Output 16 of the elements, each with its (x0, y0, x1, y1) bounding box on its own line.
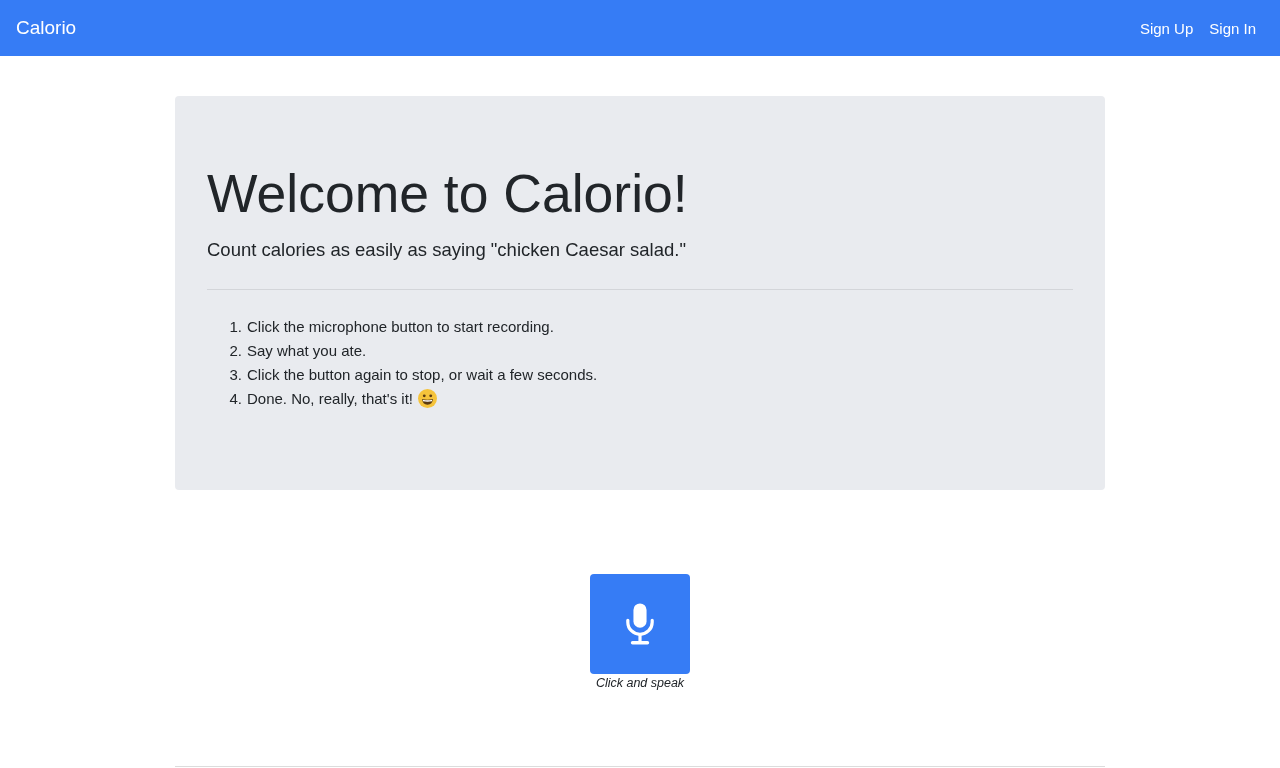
step-text: Click the microphone button to start recording. (247, 317, 554, 335)
microphone-button[interactable] (590, 574, 690, 674)
step-number: 2. (228, 341, 243, 359)
welcome-heading: Welcome to Calorio! (207, 163, 689, 225)
nav-link[interactable]: Sign In (1209, 19, 1256, 37)
step-text: Done. No, really, that's it! (247, 389, 413, 407)
brand-link[interactable]: Calorio (16, 17, 77, 39)
step-number: 3. (228, 365, 243, 383)
microphone-icon (625, 602, 655, 646)
step-text: Click the button again to stop, or wait a few seconds. (247, 365, 598, 383)
lead-text: Count calories as easily as saying "chicken Caesar salad." (207, 238, 687, 262)
mic-caption: Click and speak (595, 675, 685, 692)
step-number: 4. (228, 389, 243, 407)
nav-link[interactable]: Sign Up (1139, 19, 1194, 37)
step-text: Say what you ate. (247, 341, 367, 359)
step-number: 1. (228, 317, 243, 335)
